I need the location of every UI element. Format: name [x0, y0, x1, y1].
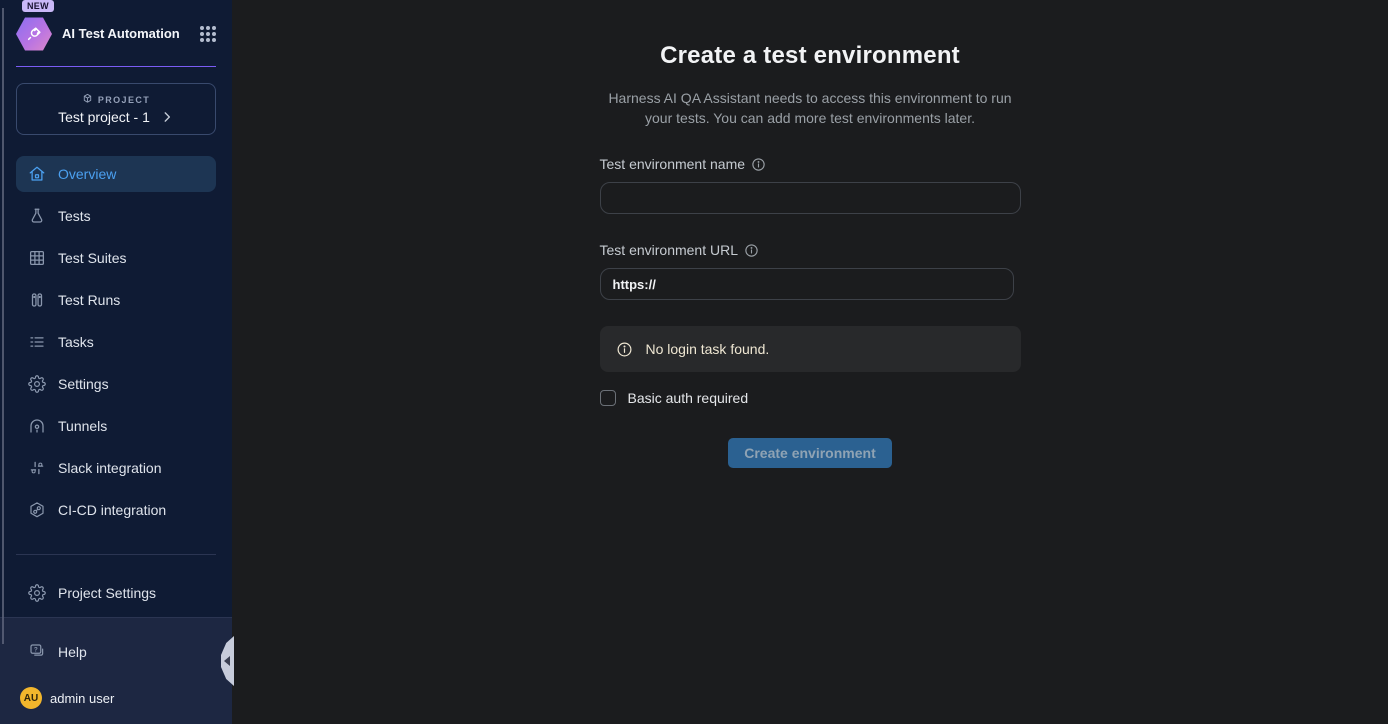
- sidebar-secondary-nav: Project Settings: [0, 575, 232, 617]
- project-eyebrow: PROJECT: [27, 93, 205, 106]
- sidebar-item-label: Tunnels: [58, 418, 107, 434]
- env-name-field-group: Test environment name: [600, 156, 1021, 214]
- create-environment-button[interactable]: Create environment: [728, 438, 891, 468]
- app-switcher-icon[interactable]: [200, 26, 216, 42]
- svg-text:?: ?: [34, 646, 38, 653]
- sidebar-item-label: Slack integration: [58, 460, 162, 476]
- home-icon: [28, 165, 46, 183]
- user-name: admin user: [50, 691, 114, 706]
- create-environment-form: Test environment name Test environment U…: [600, 156, 1021, 468]
- app-title: AI Test Automation: [62, 26, 190, 43]
- sidebar-item-label: Tasks: [58, 334, 94, 350]
- gear-icon: [28, 584, 46, 602]
- sidebar-item-settings[interactable]: Settings: [16, 366, 216, 402]
- cube-icon: [82, 93, 93, 106]
- gear-icon: [28, 375, 46, 393]
- basic-auth-label: Basic auth required: [628, 390, 749, 406]
- chevron-right-icon: [160, 110, 174, 124]
- env-name-input[interactable]: [600, 182, 1021, 214]
- sidebar-item-test-suites[interactable]: Test Suites: [16, 240, 216, 276]
- sidebar-nav: Overview Tests Test Suites: [0, 135, 232, 534]
- columns-icon: [28, 291, 46, 309]
- basic-auth-checkbox[interactable]: [600, 390, 616, 406]
- env-url-label: Test environment URL: [600, 242, 1021, 258]
- sidebar-item-label: Test Suites: [58, 250, 126, 266]
- project-selector[interactable]: PROJECT Test project - 1: [16, 83, 216, 135]
- flask-icon: [28, 207, 46, 225]
- collapse-arrow-icon: [224, 656, 230, 666]
- sidebar-item-label: Settings: [58, 376, 109, 392]
- help-label: Help: [58, 644, 87, 660]
- env-url-field-group: Test environment URL: [600, 242, 1021, 300]
- sidebar-item-overview[interactable]: Overview: [16, 156, 216, 192]
- sidebar-item-label: CI-CD integration: [58, 502, 166, 518]
- cicd-link-icon: [28, 501, 46, 519]
- sidebar-item-project-settings[interactable]: Project Settings: [16, 575, 216, 611]
- help-chat-icon: ?: [28, 642, 46, 663]
- sidebar-item-tests[interactable]: Tests: [16, 198, 216, 234]
- help-button[interactable]: ? Help: [16, 634, 216, 670]
- window-edge-line: [2, 8, 4, 644]
- sidebar-item-tasks[interactable]: Tasks: [16, 324, 216, 360]
- project-eyebrow-label: PROJECT: [98, 95, 150, 105]
- avatar: AU: [20, 687, 42, 709]
- info-circle-icon: [616, 341, 633, 358]
- info-icon[interactable]: [751, 157, 766, 172]
- basic-auth-row[interactable]: Basic auth required: [600, 390, 1021, 406]
- slack-icon: [28, 459, 46, 477]
- page-title: Create a test environment: [600, 40, 1021, 72]
- env-url-input[interactable]: [600, 268, 1014, 300]
- list-icon: [28, 333, 46, 351]
- sidebar-item-test-runs[interactable]: Test Runs: [16, 282, 216, 318]
- app-logo-icon: [16, 16, 52, 52]
- project-name: Test project - 1: [58, 109, 150, 125]
- sidebar-item-label: Overview: [58, 166, 116, 182]
- env-name-label: Test environment name: [600, 156, 1021, 172]
- notice-text: No login task found.: [646, 341, 770, 357]
- header-accent-divider: [16, 66, 216, 67]
- user-menu[interactable]: AU admin user: [16, 684, 216, 712]
- main-content: Create a test environment Harness AI QA …: [232, 0, 1388, 724]
- sidebar-divider: [16, 554, 216, 555]
- sidebar: NEW AI Test Automation PROJECT Test: [0, 0, 232, 724]
- info-icon[interactable]: [744, 243, 759, 258]
- new-badge: NEW: [22, 0, 54, 12]
- sidebar-item-tunnels[interactable]: Tunnels: [16, 408, 216, 444]
- tunnel-icon: [28, 417, 46, 435]
- sidebar-item-label: Project Settings: [58, 585, 156, 601]
- no-login-task-notice: No login task found.: [600, 326, 1021, 372]
- sidebar-item-label: Tests: [58, 208, 91, 224]
- sidebar-footer: ? Help AU admin user: [0, 617, 232, 724]
- table-grid-icon: [28, 249, 46, 267]
- page-subtitle: Harness AI QA Assistant needs to access …: [600, 88, 1021, 128]
- sidebar-item-cicd-integration[interactable]: CI-CD integration: [16, 492, 216, 528]
- sidebar-item-label: Test Runs: [58, 292, 120, 308]
- sidebar-item-slack-integration[interactable]: Slack integration: [16, 450, 216, 486]
